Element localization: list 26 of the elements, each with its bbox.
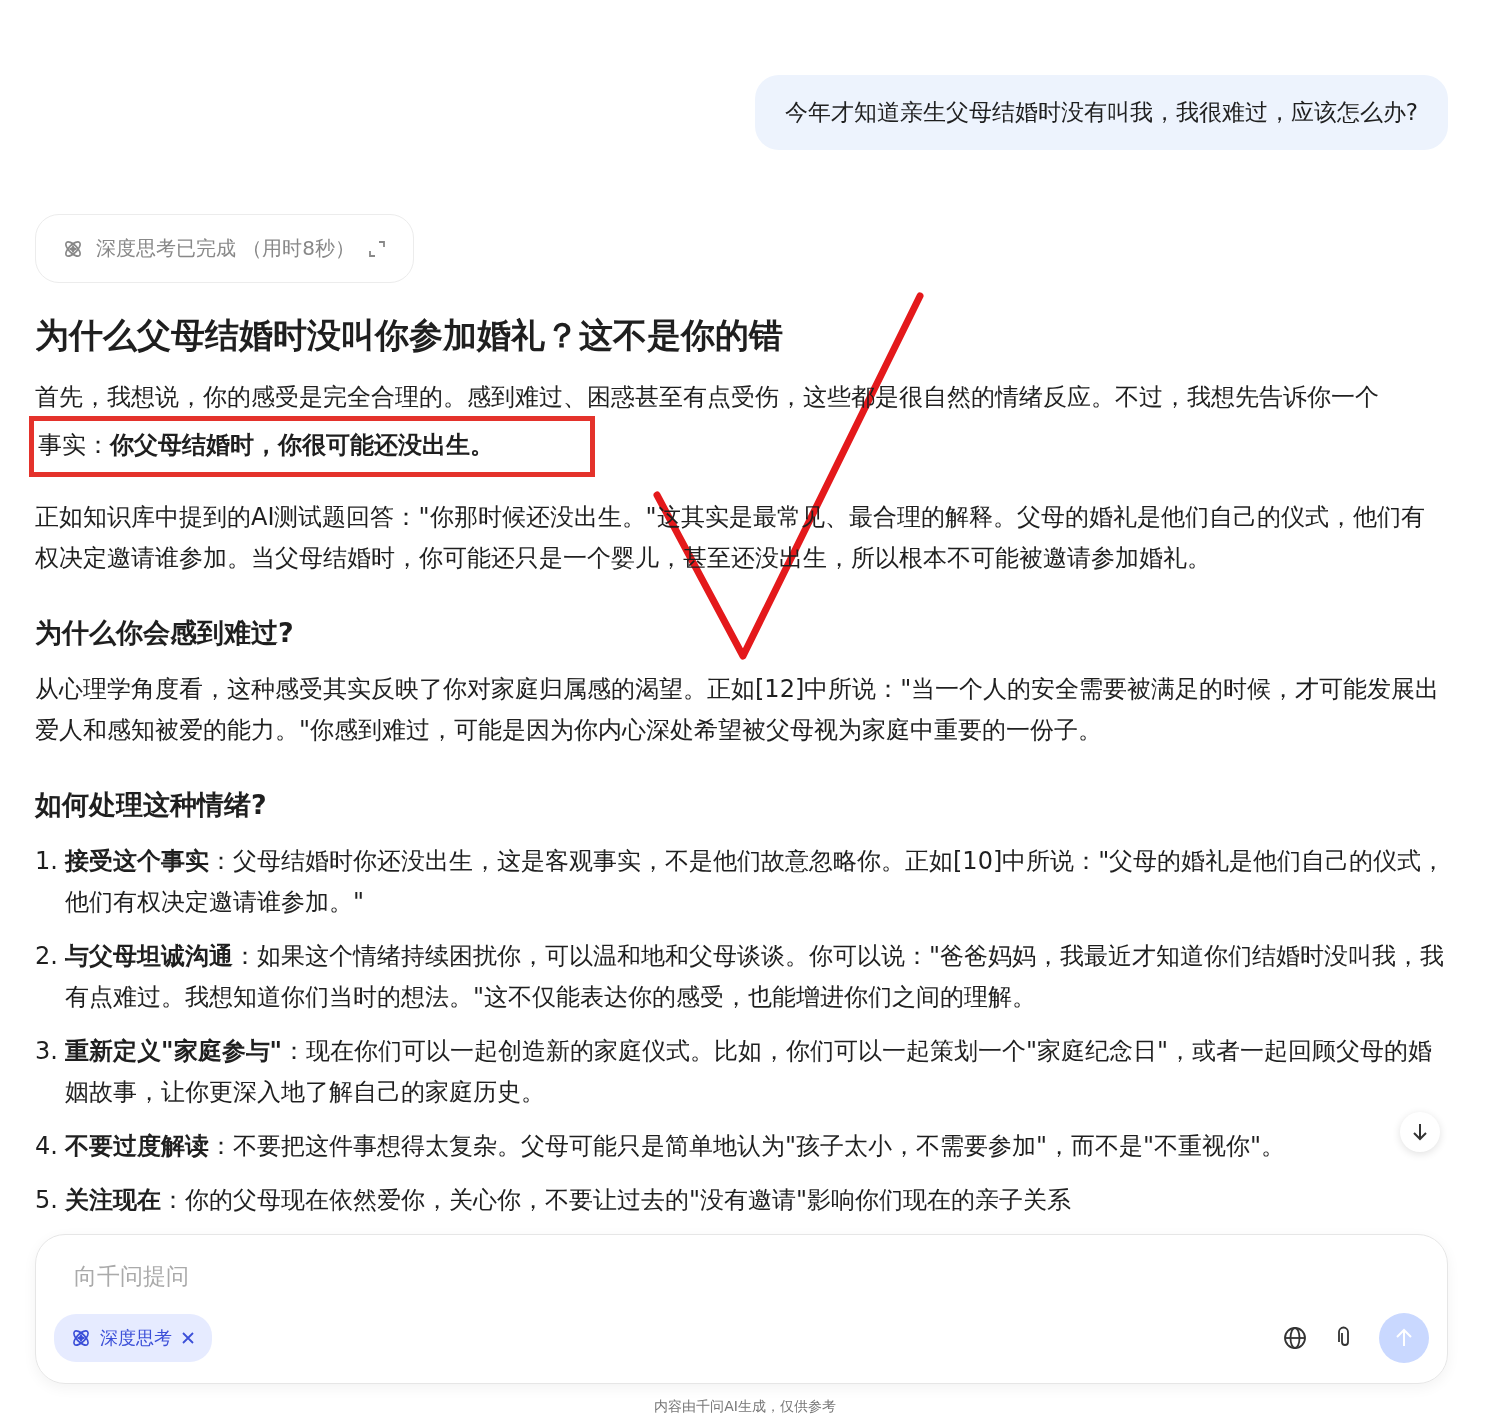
arrow-down-icon	[1410, 1122, 1430, 1142]
thinking-status-button[interactable]: 深度思考已完成 （用时8秒）	[35, 214, 415, 283]
scroll-down-button[interactable]	[1400, 1112, 1440, 1152]
answer-paragraph: 从心理学角度看，这种感受其实反映了你对家庭归属感的渴望。正如[12]中所说："当一个人的安全需要被满足的时候，才可能发展出爱人和感知被爱的能力。"你感到难过，可能是因为你内心深处希望被父母视为家庭中重要的一份子。	[35, 674, 1441, 746]
close-icon	[180, 1330, 196, 1346]
user-message: 今年才知道亲生父母结婚时没有叫我，我很难过，应该怎么办?	[754, 75, 1448, 150]
atom-icon	[70, 1327, 92, 1349]
list-item-text: 重新定义"家庭参与"：现在你们可以一起创造新的家庭仪式。比如，你们可以一起策划一个"家庭纪念日"，或者一起回顾父母的婚姻故事，让你更深入地了解自己的家庭历史。	[65, 1036, 1434, 1108]
answer-title: 为什么父母结婚时没叫你参加婚礼？这不是你的错	[35, 314, 784, 357]
highlighted-sentence: 事实：你父母结婚时，你很可能还没出生。	[29, 416, 595, 477]
section-heading: 如何处理这种情绪?	[35, 788, 268, 822]
deep-think-toggle[interactable]: 深度思考	[54, 1314, 212, 1362]
list-number: 5.	[35, 1185, 59, 1216]
chat-input-box[interactable]: 向千问提问 深度思考	[35, 1234, 1448, 1384]
list-item-text: 与父母坦诚沟通：如果这个情绪持续困扰你，可以温和地和父母谈谈。你可以说："爸爸妈妈，我最近才知道你们结婚时没叫我，我有点难过。我想知道你们当时的想法。"这不仅能表达你的感受，也能增进你们之间的理解。	[65, 941, 1446, 1013]
section-heading: 为什么你会感到难过?	[35, 616, 295, 650]
list-item-text: 接受这个事实：父母结婚时你还没出生，这是客观事实，不是他们故意忽略你。正如[10]中所说："父母的婚礼是他们自己的仪式，他们有权决定邀请谁参加。"	[65, 846, 1447, 918]
list-number: 3.	[35, 1036, 59, 1067]
list-item-text: 不要过度解读：不要把这件事想得太复杂。父母可能只是简单地认为"孩子太小，不需要参加"，而不是"不重视你"。	[65, 1131, 1286, 1162]
globe-icon	[1283, 1326, 1307, 1350]
list-item-text: 关注现在：你的父母现在依然爱你，关心你，不要让过去的"没有邀请"影响你们现在的亲子关系	[65, 1185, 1072, 1216]
expand-icon	[367, 238, 388, 259]
list-number: 4.	[35, 1131, 59, 1162]
list-number: 1.	[35, 846, 59, 877]
list-number: 2.	[35, 941, 59, 972]
disclaimer-text: 内容由千问AI生成，仅供参考	[653, 1397, 837, 1416]
